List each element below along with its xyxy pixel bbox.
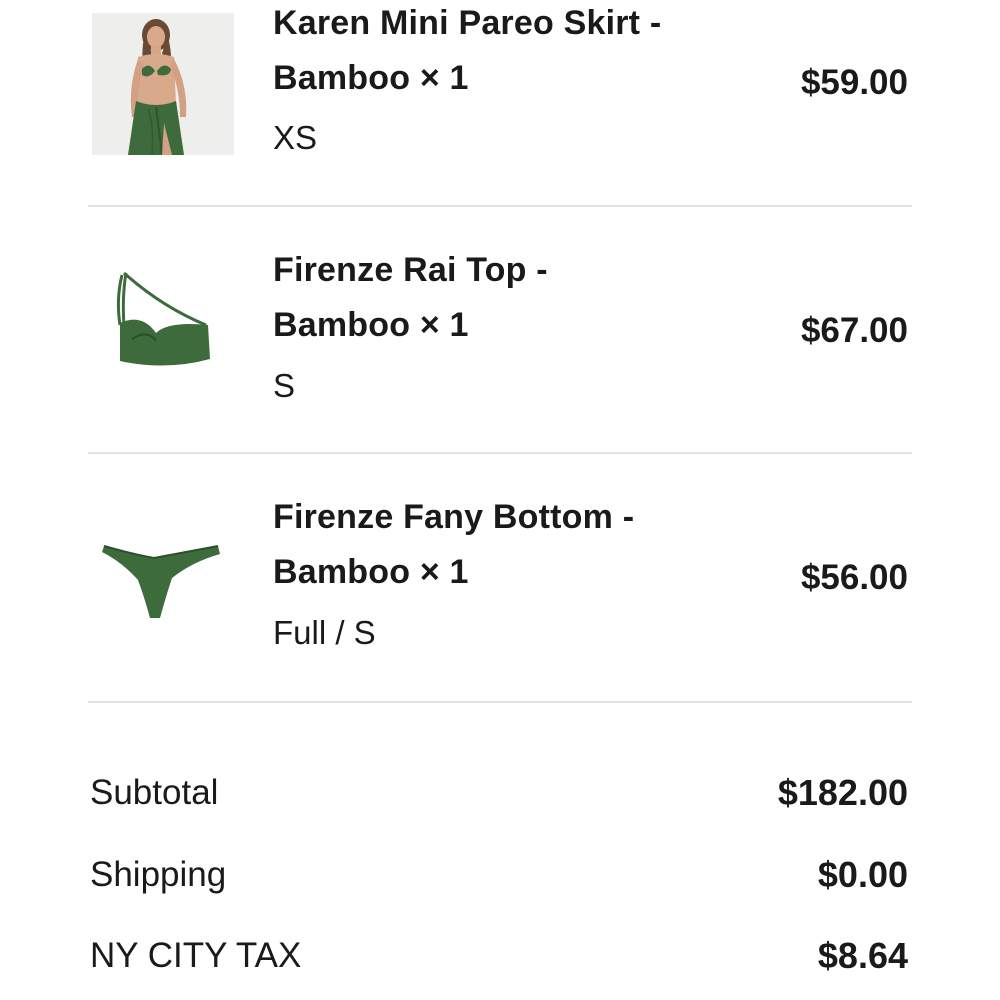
product-name[interactable]: Firenze Rai Top - Bamboo × 1: [273, 243, 713, 353]
bikini-bottom-photo-icon: [92, 496, 234, 638]
divider: [88, 701, 912, 703]
product-name-line1: Karen Mini Pareo Skirt -: [273, 4, 662, 42]
model-wearing-skirt-photo-icon: [92, 13, 234, 155]
product-thumbnail: [92, 496, 234, 638]
product-price: $59.00: [800, 63, 908, 102]
product-thumbnail: [92, 255, 234, 397]
product-name-line2: Bamboo × 1: [273, 553, 469, 591]
subtotal-value: $182.00: [777, 772, 908, 813]
product-name-line2: Bamboo × 1: [273, 59, 469, 97]
product-variant: XS: [273, 119, 318, 156]
product-name-line1: Firenze Rai Top -: [273, 251, 548, 289]
line-item: Karen Mini Pareo Skirt - Bamboo × 1 XS $…: [88, 0, 912, 205]
product-name[interactable]: Firenze Fany Bottom - Bamboo × 1: [273, 490, 713, 600]
product-thumbnail: [92, 13, 234, 155]
line-item: Firenze Rai Top - Bamboo × 1 S $67.00: [88, 207, 912, 452]
product-name-line2: Bamboo × 1: [273, 306, 469, 344]
product-price: $56.00: [800, 558, 908, 597]
tax-value: $8.64: [817, 935, 908, 976]
product-name[interactable]: Karen Mini Pareo Skirt - Bamboo × 1: [273, 0, 713, 106]
subtotal-label: Subtotal: [90, 773, 219, 812]
product-variant: S: [273, 367, 296, 404]
subtotal-row: Subtotal $182.00: [90, 771, 908, 815]
shipping-value: $0.00: [817, 854, 908, 895]
shipping-row: Shipping $0.00: [90, 853, 908, 897]
product-variant: Full / S: [273, 614, 376, 651]
product-price: $67.00: [800, 311, 908, 350]
product-name-line1: Firenze Fany Bottom -: [273, 498, 635, 536]
tax-row: NY CITY TAX $8.64: [90, 934, 908, 978]
one-shoulder-top-photo-icon: [92, 255, 234, 397]
tax-label: NY CITY TAX: [90, 936, 302, 975]
line-item: Firenze Fany Bottom - Bamboo × 1 Full / …: [88, 454, 912, 701]
shipping-label: Shipping: [90, 855, 227, 894]
